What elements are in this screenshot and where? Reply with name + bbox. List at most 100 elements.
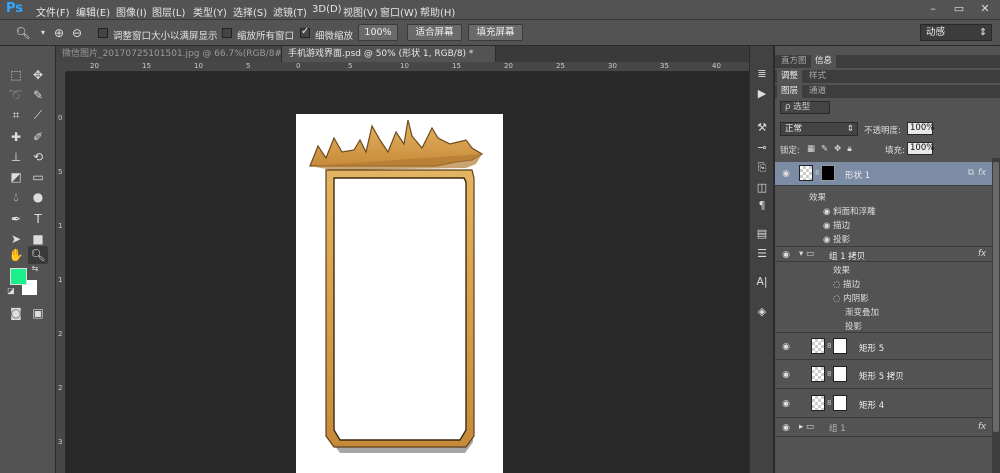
eye-icon[interactable]: ◌ [833, 294, 843, 304]
menu-help[interactable]: 帮助(H) [420, 4, 455, 19]
tab-wechat-image[interactable]: 微信图片_20170725101501.jpg @ 66.7%(RGB/8#) … [56, 46, 282, 62]
menu-3d[interactable]: 3D(D) [312, 4, 342, 15]
zoom-all-checkbox[interactable] [222, 28, 232, 38]
lock-icons[interactable]: ▦✎✥🔒︎ [807, 144, 858, 154]
effect-gradient-overlay[interactable]: 渐变叠加 [845, 306, 879, 318]
layers-scrollbar[interactable] [992, 158, 1000, 473]
character-panel-icon[interactable]: ◫ [753, 180, 771, 196]
visibility-eye-icon[interactable]: ◉ [780, 249, 792, 261]
canvas-area[interactable] [66, 72, 749, 473]
lasso-tool-icon[interactable]: ➰ [6, 86, 26, 104]
actions-panel-icon[interactable]: ▶ [753, 86, 771, 102]
history-panel-icon[interactable]: ≣ [753, 66, 771, 82]
quick-mask-icon[interactable]: ◙ [6, 304, 26, 322]
menu-window[interactable]: 窗口(W) [380, 4, 418, 19]
paragraph-panel-icon[interactable]: ¶ [753, 198, 771, 214]
zoom-100-button[interactable]: 100% [358, 24, 398, 41]
eyedropper-tool-icon[interactable]: ⟋ [28, 106, 48, 124]
menu-layer[interactable]: 图层(L) [152, 4, 185, 19]
document-canvas[interactable] [296, 114, 503, 473]
effect-drop-shadow[interactable]: ◉ 投影 [823, 233, 850, 245]
effect-stroke[interactable]: ◌ 描边 [833, 278, 860, 290]
maximize-button[interactable]: ▭ [946, 1, 972, 17]
tab-info[interactable]: 信息 [811, 55, 837, 68]
resize-windows-checkbox[interactable] [98, 28, 108, 38]
eraser-tool-icon[interactable]: ◩ [6, 168, 26, 186]
menu-type[interactable]: 类型(Y) [193, 4, 227, 19]
type-tool-icon[interactable]: T [28, 210, 48, 228]
layer-filter-select[interactable]: ρ 选型 [780, 101, 830, 114]
dodge-tool-icon[interactable]: ● [28, 188, 48, 206]
fx-icon[interactable]: fx [978, 422, 986, 432]
visibility-eye-icon[interactable]: ◉ [780, 398, 792, 410]
close-button[interactable]: ✕ [972, 1, 998, 17]
minimize-button[interactable]: – [920, 1, 946, 17]
layer-shape-1[interactable]: ◉ 8 形状 1 ⧉ fx [775, 162, 992, 186]
layer-comps-icon[interactable]: ▤ [753, 226, 771, 242]
menu-image[interactable]: 图像(I) [116, 4, 147, 19]
scrubby-zoom-checkbox[interactable] [300, 26, 310, 38]
brush-tool-icon[interactable]: ✐ [28, 128, 48, 146]
effect-stroke[interactable]: ◉ 描边 [823, 219, 850, 231]
history-brush-icon[interactable]: ⟲ [28, 148, 48, 166]
zoom-tool-preset-icon[interactable]: 🔍︎ [14, 24, 32, 42]
gradient-tool-icon[interactable]: ▭ [28, 168, 48, 186]
effect-drop-shadow[interactable]: 投影 [845, 320, 862, 332]
eye-icon[interactable]: ◌ [833, 280, 843, 290]
fx-icon[interactable]: fx [978, 168, 986, 178]
default-colors-icon[interactable]: ◪ [6, 286, 16, 296]
zoom-out-icon[interactable]: ⊖ [68, 24, 86, 42]
properties-panel-icon[interactable]: ◈ [753, 304, 771, 320]
healing-brush-icon[interactable]: ✚ [6, 128, 26, 146]
layer-rect-5-copy[interactable]: ◉ 8 矩形 5 拷贝 [775, 361, 992, 389]
visibility-eye-icon[interactable]: ◉ [780, 369, 792, 381]
swap-colors-icon[interactable]: ⇆ [30, 264, 40, 274]
folder-icon[interactable]: ▾ ▭ [799, 249, 814, 259]
zoom-in-icon[interactable]: ⊕ [50, 24, 68, 42]
layer-group-bottom[interactable]: ◉ ▸ ▭ 组 1 fx [775, 419, 992, 437]
effect-bevel[interactable]: ◉ 斜面和浮雕 [823, 205, 876, 217]
menu-filter[interactable]: 滤镜(T) [273, 4, 307, 19]
tab-adjustments[interactable]: 调整 [777, 70, 803, 83]
menu-edit[interactable]: 编辑(E) [76, 4, 110, 19]
tab-histogram[interactable]: 直方图 [777, 55, 811, 68]
menu-select[interactable]: 选择(S) [233, 4, 267, 19]
tab-game-ui-psd[interactable]: 手机游戏界面.psd @ 50% (形状 1, RGB/8) * [282, 46, 496, 62]
menu-view[interactable]: 视图(V) [343, 4, 378, 19]
layer-rect-4[interactable]: ◉ 8 矩形 4 [775, 390, 992, 418]
menu-file[interactable]: 文件(F) [36, 4, 70, 19]
eye-icon[interactable]: ◉ [823, 221, 833, 231]
visibility-eye-icon[interactable]: ◉ [780, 168, 792, 180]
marquee-tool-icon[interactable]: ⬚ [6, 66, 26, 84]
eye-icon[interactable]: ◉ [823, 235, 833, 245]
tab-channels[interactable]: 通道 [805, 85, 830, 98]
fill-input[interactable]: 100% [907, 142, 934, 155]
tab-layers[interactable]: 图层 [777, 85, 803, 98]
visibility-eye-icon[interactable]: ◉ [780, 341, 792, 353]
notes-panel-icon[interactable]: ☰ [753, 246, 771, 262]
screen-mode-icon[interactable]: ▣ [28, 304, 48, 322]
workspace-select[interactable]: 动感 ⇕ [920, 24, 992, 41]
fx-icon[interactable]: fx [978, 249, 986, 259]
effect-inner-shadow[interactable]: ◌ 内阴影 [833, 292, 869, 304]
crop-tool-icon[interactable]: ⌗ [6, 106, 26, 124]
blend-mode-select[interactable]: 正常 ⇕ [780, 122, 858, 136]
fit-screen-button[interactable]: 适合屏幕 [407, 24, 462, 41]
clone-source-icon[interactable]: ⎘ [753, 160, 771, 176]
fill-screen-button[interactable]: 填充屏幕 [468, 24, 523, 41]
visibility-eye-icon[interactable]: ◉ [780, 422, 792, 434]
zoom-tool-icon[interactable]: 🔍︎ [28, 246, 48, 264]
eye-icon[interactable]: ◉ [823, 207, 833, 217]
pen-tool-icon[interactable]: ✒ [6, 210, 26, 228]
blur-tool-icon[interactable]: 💧︎ [6, 188, 26, 206]
hand-tool-icon[interactable]: ✋ [6, 246, 26, 264]
tool-presets-icon[interactable]: ⚒ [753, 120, 771, 136]
layer-group-copy[interactable]: ◉ ▾ ▭ 组 1 拷贝 fx [775, 246, 992, 262]
scrollbar-thumb[interactable] [993, 162, 999, 432]
foreground-color-swatch[interactable] [10, 268, 27, 285]
folder-icon[interactable]: ▸ ▭ [799, 422, 814, 432]
tab-styles[interactable]: 样式 [805, 70, 830, 83]
move-tool-icon[interactable]: ✥ [28, 66, 48, 84]
brush-panel-icon[interactable]: ⊸ [753, 140, 771, 156]
character-styles-icon[interactable]: A| [753, 274, 771, 290]
